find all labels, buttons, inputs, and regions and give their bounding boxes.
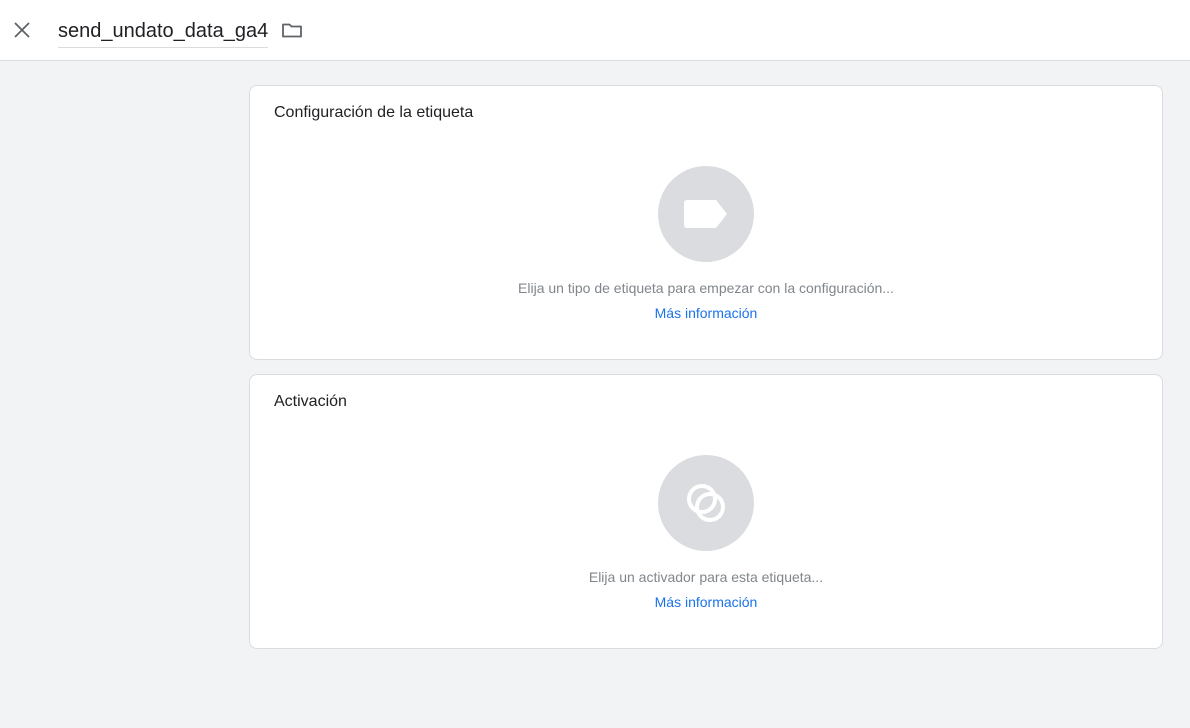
triggering-title: Activación bbox=[274, 393, 347, 410]
close-button[interactable] bbox=[10, 18, 34, 42]
top-bar: send_undato_data_ga4 bbox=[0, 0, 1190, 61]
tag-config-learn-more-wrap: Más información bbox=[250, 305, 1162, 321]
folder-button[interactable] bbox=[280, 18, 304, 42]
triggering-card[interactable]: Activación Elija un activador para esta … bbox=[249, 374, 1163, 649]
tag-name-input[interactable]: send_undato_data_ga4 bbox=[58, 17, 269, 48]
choose-trigger-button[interactable] bbox=[658, 455, 754, 551]
trigger-hint: Elija un activador para esta etiqueta... bbox=[588, 569, 824, 585]
trigger-icon bbox=[687, 484, 725, 522]
choose-tag-type-button[interactable] bbox=[658, 166, 754, 262]
tag-configuration-card[interactable]: Configuración de la etiqueta Elija un ti… bbox=[249, 85, 1163, 360]
folder-icon bbox=[282, 23, 302, 38]
tag-configuration-title: Configuración de la etiqueta bbox=[274, 104, 474, 121]
tag-icon bbox=[684, 200, 727, 228]
close-icon bbox=[14, 22, 30, 38]
trigger-learn-more-link[interactable]: Más información bbox=[655, 594, 758, 610]
trigger-learn-more-wrap: Más información bbox=[250, 594, 1162, 610]
tag-config-learn-more-link[interactable]: Más información bbox=[655, 305, 758, 321]
tag-type-hint: Elija un tipo de etiqueta para empezar c… bbox=[518, 280, 894, 296]
